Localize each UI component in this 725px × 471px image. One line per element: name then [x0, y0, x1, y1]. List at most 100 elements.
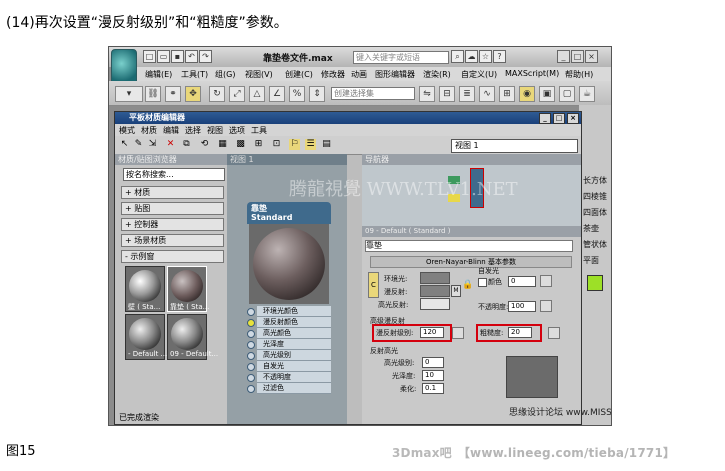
menu-help[interactable]: 帮助(H): [565, 69, 593, 80]
menu-views[interactable]: 视图(V): [245, 69, 273, 80]
rollout-title[interactable]: Oren-Nayar-Blinn 基本参数: [370, 256, 572, 268]
sample-slot-4[interactable]: 09 - Default...: [167, 314, 218, 360]
curve-editor-icon[interactable]: ∿: [479, 86, 495, 102]
sme-maximize-icon[interactable]: □: [553, 113, 565, 124]
mirror-icon[interactable]: ⇋: [419, 86, 435, 102]
save-icon[interactable]: ▪: [171, 50, 184, 63]
render-icon[interactable]: ☕: [579, 86, 595, 102]
slot-diffuse[interactable]: 漫反射颜色: [257, 317, 331, 328]
view-tab[interactable]: 视图 1: [227, 154, 347, 165]
diffuse-swatch[interactable]: [420, 285, 450, 297]
render-setup-icon[interactable]: ▣: [539, 86, 555, 102]
redo-icon[interactable]: ↷: [199, 50, 212, 63]
select-tool-icon[interactable]: ↖: [119, 139, 130, 150]
close-icon[interactable]: ×: [585, 50, 598, 63]
spec-level-spinner[interactable]: 0: [422, 357, 444, 368]
socket-icon[interactable]: [247, 374, 255, 382]
schematic-icon[interactable]: ⊞: [499, 86, 515, 102]
self-illum-color-checkbox[interactable]: [478, 278, 487, 287]
socket-icon[interactable]: [247, 319, 255, 327]
menu-modifiers[interactable]: 修改器: [321, 69, 345, 80]
diffuse-map-button[interactable]: M: [451, 285, 461, 297]
menu-rendering[interactable]: 渲染(R): [423, 69, 451, 80]
assign-material-icon[interactable]: ⧉: [181, 139, 192, 150]
socket-icon[interactable]: [247, 363, 255, 371]
sme-menu-mode[interactable]: 模式: [119, 125, 135, 136]
new-icon[interactable]: □: [143, 50, 156, 63]
socket-icon[interactable]: [247, 385, 255, 393]
rotate-icon[interactable]: ↻: [209, 86, 225, 102]
delete-icon[interactable]: ✕: [165, 139, 176, 150]
bind-icon[interactable]: ⚭: [165, 86, 181, 102]
eyedropper-icon[interactable]: ✎: [133, 139, 144, 150]
snap-icon[interactable]: △: [249, 86, 265, 102]
community-icon[interactable]: ☁: [465, 50, 478, 63]
hierarchy-icon[interactable]: ⚐: [289, 139, 300, 150]
favorite-icon[interactable]: ☆: [479, 50, 492, 63]
self-illum-spinner[interactable]: 0: [508, 276, 536, 287]
layout-icon[interactable]: ⊞: [253, 139, 264, 150]
soften-spinner[interactable]: 0.1: [422, 383, 444, 394]
socket-icon[interactable]: [247, 352, 255, 360]
sme-minimize-icon[interactable]: _: [539, 113, 551, 124]
cmd-object-5[interactable]: 管状体: [583, 239, 607, 250]
browser-search-input[interactable]: 按名称搜索...: [123, 168, 225, 181]
cmd-object-6[interactable]: 平面: [583, 255, 599, 266]
sme-menu-tools[interactable]: 工具: [251, 125, 267, 136]
category-sample-slots[interactable]: - 示例窗: [121, 250, 224, 263]
menu-customize[interactable]: 自定义(U): [461, 69, 497, 80]
angle-snap-icon[interactable]: ∠: [269, 86, 285, 102]
view-select-dropdown[interactable]: 视图 1: [451, 139, 578, 153]
menu-tools[interactable]: 工具(T): [181, 69, 208, 80]
menu-animation[interactable]: 动画: [351, 69, 367, 80]
self-illum-map-button[interactable]: [540, 275, 552, 287]
sample-slot-2[interactable]: 靠垫 ( Sta...: [167, 266, 209, 312]
sme-close-icon[interactable]: ×: [567, 113, 579, 124]
lock-icon[interactable]: 🔒: [462, 280, 473, 290]
socket-icon[interactable]: [247, 330, 255, 338]
opacity-map-button[interactable]: [540, 300, 552, 312]
ambient-swatch[interactable]: [420, 272, 450, 284]
sme-menu-view[interactable]: 视图: [207, 125, 223, 136]
category-scene-materials[interactable]: + 场景材质: [121, 234, 224, 247]
socket-icon[interactable]: [247, 341, 255, 349]
selection-set-dropdown[interactable]: 创建选择集: [331, 87, 415, 100]
menu-graph-editors[interactable]: 图形编辑器: [375, 69, 415, 80]
background-icon[interactable]: ▩: [235, 139, 246, 150]
spinner-snap-icon[interactable]: ⇕: [309, 86, 325, 102]
specular-swatch[interactable]: [420, 298, 450, 310]
help-search-input[interactable]: 键入关键字或短语: [353, 51, 449, 64]
roughness-map-button[interactable]: [548, 327, 560, 339]
sme-menu-material[interactable]: 材质: [141, 125, 157, 136]
sme-options-icon[interactable]: ▤: [321, 139, 332, 150]
diffuse-level-spinner[interactable]: 120: [420, 327, 444, 338]
select-link-icon[interactable]: ⛓: [145, 86, 161, 102]
sample-slot-3[interactable]: - Default ...: [125, 314, 167, 360]
render-frame-icon[interactable]: ▢: [559, 86, 575, 102]
socket-icon[interactable]: [247, 308, 255, 316]
menu-edit[interactable]: 编辑(E): [145, 69, 172, 80]
layer-icon[interactable]: ≣: [459, 86, 475, 102]
sample-slot-1[interactable]: 壁 ( Sta...: [125, 266, 165, 312]
roughness-spinner[interactable]: 20: [508, 327, 532, 338]
slot-ambient[interactable]: 环境光颜色: [257, 306, 331, 317]
reset-icon[interactable]: ⟲: [199, 139, 210, 150]
material-name-input[interactable]: 靠垫: [365, 240, 573, 252]
maximize-icon[interactable]: □: [571, 50, 584, 63]
menu-group[interactable]: 组(G): [215, 69, 235, 80]
app-logo-icon[interactable]: [111, 49, 137, 85]
category-materials[interactable]: + 材质: [121, 186, 224, 199]
open-icon[interactable]: ▭: [157, 50, 170, 63]
lock-icon[interactable]: ⊡: [271, 139, 282, 150]
cmd-object-3[interactable]: 四面体: [583, 207, 607, 218]
undo-dropdown[interactable]: ▾: [115, 86, 143, 102]
help-icon[interactable]: ?: [493, 50, 506, 63]
search-icon[interactable]: ⌕: [451, 50, 464, 63]
cmd-object-4[interactable]: 茶壶: [583, 223, 599, 234]
diffuse-level-map-button[interactable]: [452, 327, 464, 339]
align-icon[interactable]: ⊟: [439, 86, 455, 102]
object-color-swatch[interactable]: [587, 275, 603, 291]
put-to-scene-icon[interactable]: ⇲: [147, 139, 158, 150]
slot-spec-level[interactable]: 高光级别: [257, 350, 331, 361]
param-editor-icon[interactable]: ☰: [305, 139, 316, 150]
